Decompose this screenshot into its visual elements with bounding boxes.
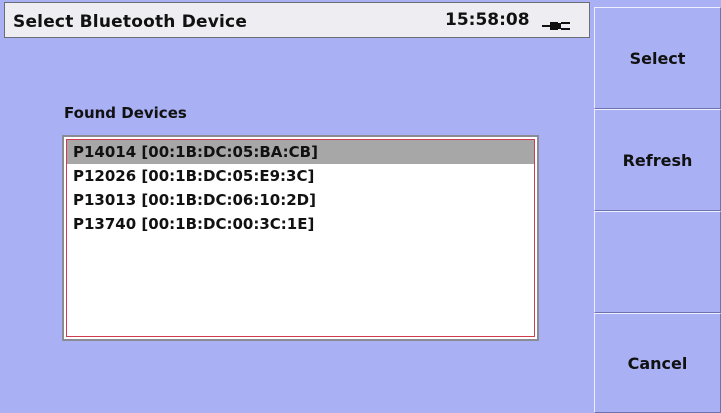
title-bar: Select Bluetooth Device 15:58:08 (4, 2, 590, 38)
window-title: Select Bluetooth Device (13, 12, 248, 32)
refresh-button-label: Refresh (622, 150, 693, 170)
cancel-button[interactable]: Cancel (594, 313, 721, 413)
plug-icon (542, 17, 570, 30)
blank-softkey[interactable] (594, 211, 721, 313)
refresh-button[interactable]: Refresh (594, 109, 721, 211)
device-item-p13013[interactable]: P13013 [00:1B:DC:06:10:2D] (67, 188, 534, 212)
softkey-panel: Select Refresh Cancel (594, 0, 721, 413)
select-button[interactable]: Select (594, 7, 721, 109)
device-item-p14014[interactable]: P14014 [00:1B:DC:05:BA:CB] (67, 140, 534, 164)
device-item-p12026[interactable]: P12026 [00:1B:DC:05:E9:3C] (67, 164, 534, 188)
device-list-inner: P14014 [00:1B:DC:05:BA:CB] P12026 [00:1B… (66, 139, 535, 337)
device-item-p13740[interactable]: P13740 [00:1B:DC:00:3C:1E] (67, 212, 534, 236)
device-list[interactable]: P14014 [00:1B:DC:05:BA:CB] P12026 [00:1B… (62, 135, 539, 341)
select-button-label: Select (629, 48, 686, 68)
clock: 15:58:08 (445, 10, 530, 30)
cancel-button-label: Cancel (627, 353, 688, 373)
found-devices-label: Found Devices (64, 104, 187, 122)
